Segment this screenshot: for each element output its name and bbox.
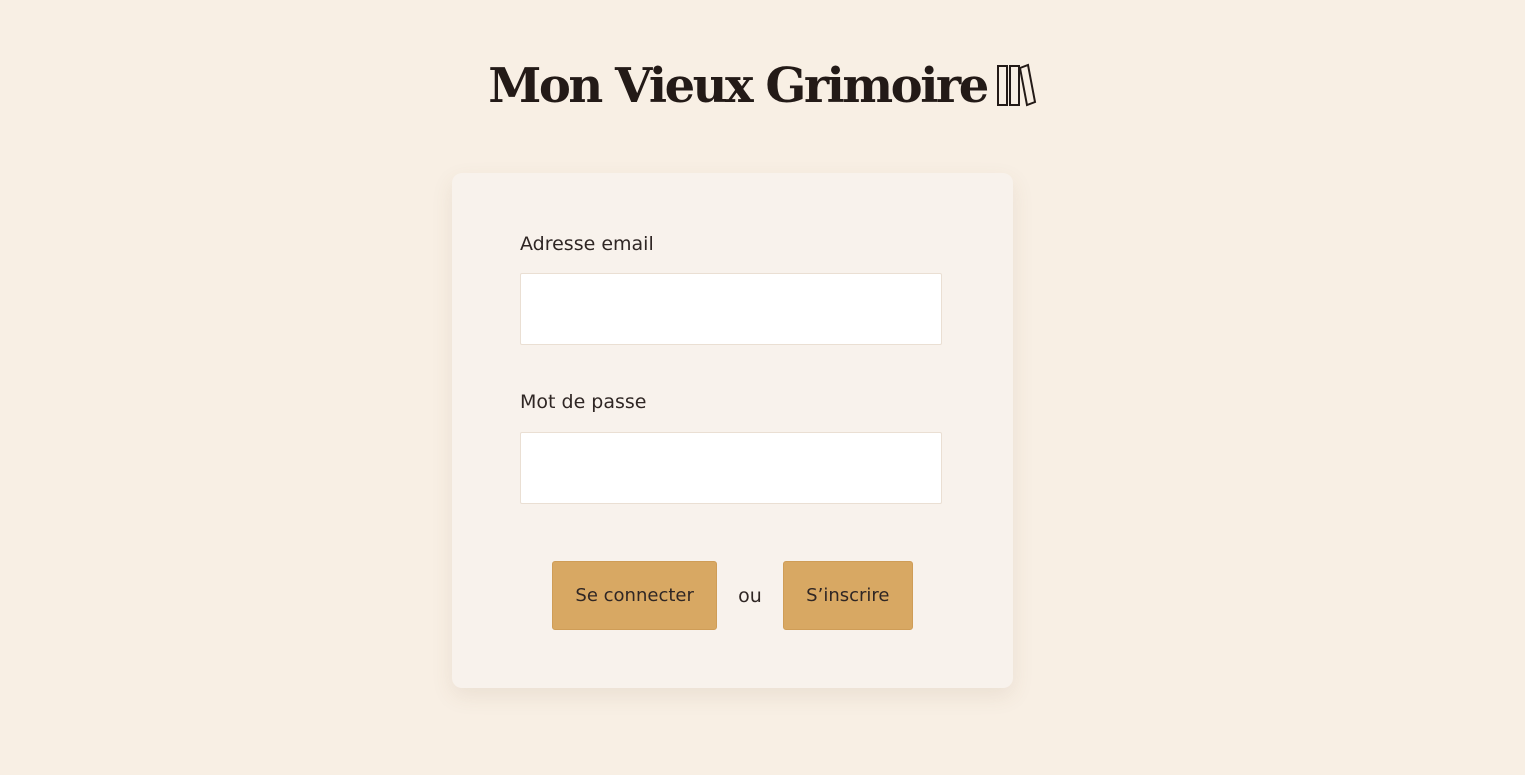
password-input[interactable] bbox=[520, 432, 942, 504]
or-separator: ou bbox=[738, 584, 762, 607]
login-button[interactable]: Se connecter bbox=[552, 561, 718, 630]
password-label: Mot de passe bbox=[520, 391, 647, 413]
signup-button[interactable]: S’inscrire bbox=[782, 561, 913, 630]
app-title: Mon Vieux Grimoire bbox=[488, 58, 989, 114]
books-icon bbox=[995, 62, 1037, 110]
form-actions: Se connecter ou S’inscrire bbox=[452, 561, 1013, 630]
email-label: Adresse email bbox=[520, 233, 654, 255]
app-header: Mon Vieux Grimoire bbox=[0, 56, 1525, 116]
email-input[interactable] bbox=[520, 273, 942, 345]
login-card: Adresse email Mot de passe Se connecter … bbox=[452, 173, 1013, 688]
